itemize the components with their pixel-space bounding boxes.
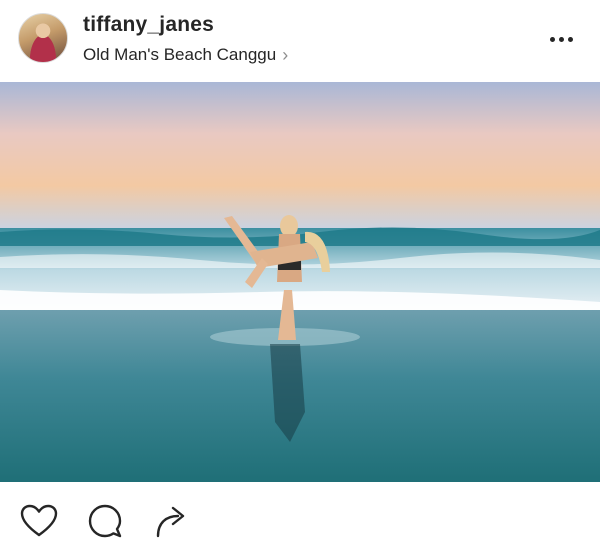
location-label: Old Man's Beach Canggu [83, 45, 277, 64]
username[interactable]: tiffany_janes [83, 13, 214, 37]
chevron-right-icon: › [282, 44, 289, 65]
heart-icon[interactable] [19, 501, 59, 541]
post-photo[interactable] [0, 82, 600, 482]
action-bar [0, 482, 600, 551]
avatar[interactable] [18, 13, 68, 63]
post-header: tiffany_janes Old Man's Beach Canggu › [0, 0, 600, 82]
comment-bubble-icon[interactable] [85, 501, 125, 541]
beach-photo-illustration [0, 82, 600, 482]
more-options-icon[interactable] [544, 27, 578, 51]
location-link[interactable]: Old Man's Beach Canggu › [83, 44, 288, 66]
share-arrow-icon[interactable] [152, 501, 192, 541]
